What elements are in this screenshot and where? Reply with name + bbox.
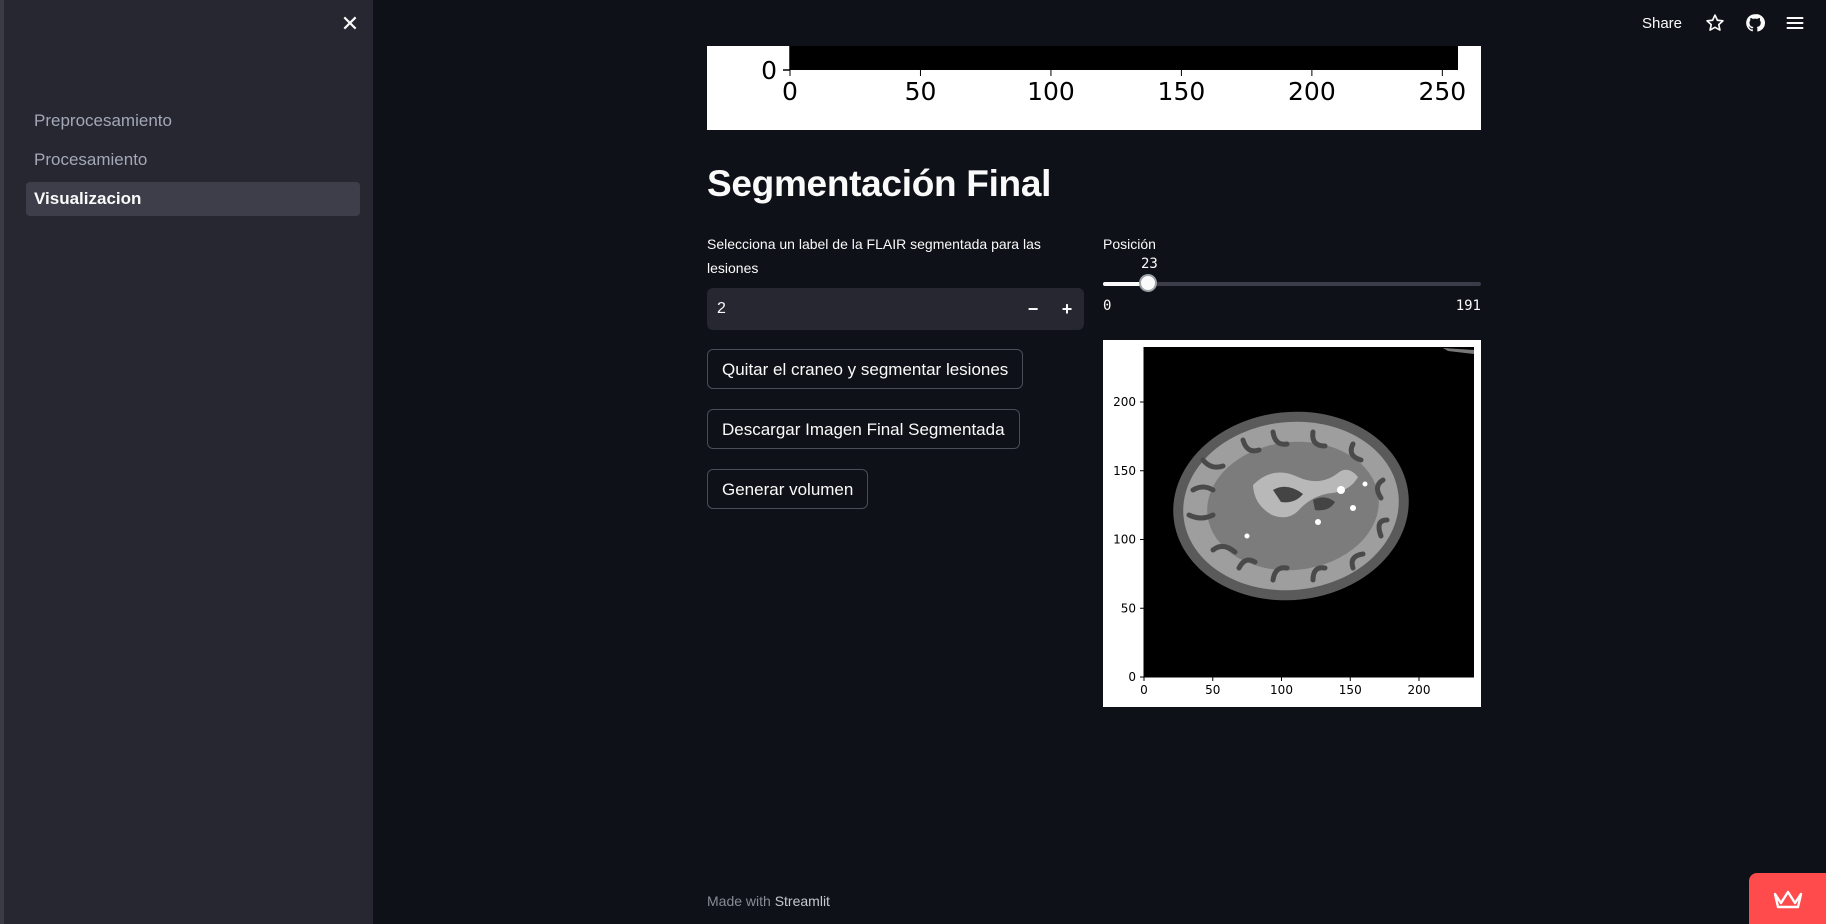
axis-tick-label: 250: [1418, 77, 1466, 106]
download-segmented-button[interactable]: Descargar Imagen Final Segmentada: [707, 409, 1020, 449]
slider-track[interactable]: [1103, 282, 1481, 286]
axis-tick-label: 100: [1027, 77, 1075, 106]
generate-volume-button[interactable]: Generar volumen: [707, 469, 869, 509]
axis-tick-label: 50: [1121, 601, 1136, 615]
number-input-value[interactable]: 2: [707, 300, 1016, 318]
slider-label: Posición: [1103, 236, 1156, 252]
controls-column: Selecciona un label de la FLAIR segmenta…: [707, 232, 1084, 509]
axis-tick-label: 200: [1408, 683, 1431, 697]
close-icon[interactable]: ✕: [338, 12, 362, 36]
axis-tick-label: 200: [1113, 395, 1136, 409]
axis-tick-label: 0: [782, 77, 798, 106]
axis-tick-label: 0: [1140, 683, 1148, 697]
previous-plot: 0 0 50 100 150 200 250: [707, 46, 1481, 130]
axis-tick-label: 0: [1128, 670, 1136, 684]
sidebar-nav: Preprocesamiento Procesamiento Visualiza…: [26, 104, 360, 221]
share-button[interactable]: Share: [1642, 15, 1682, 32]
decrement-button[interactable]: −: [1016, 288, 1050, 330]
increment-button[interactable]: +: [1050, 288, 1084, 330]
label-number-input[interactable]: 2 − +: [707, 288, 1084, 330]
strip-skull-segment-button[interactable]: Quitar el craneo y segmentar lesiones: [707, 349, 1024, 389]
slider-current-value: 23: [1141, 256, 1158, 272]
streamlit-crown-icon[interactable]: [1749, 873, 1826, 924]
sidebar: ✕ Preprocesamiento Procesamiento Visuali…: [0, 0, 373, 924]
hamburger-menu-icon[interactable]: [1782, 10, 1808, 36]
sidebar-item-preprocesamiento[interactable]: Preprocesamiento: [26, 104, 360, 138]
axis-tick-label: 100: [1270, 683, 1293, 697]
segmentation-image-plot: 0 50 100 150 200 0 50 100 150 200: [1103, 340, 1481, 707]
sidebar-item-visualizacion[interactable]: Visualizacion: [26, 182, 360, 216]
y-tick-label: 0: [761, 56, 777, 85]
axis-tick-label: 50: [905, 77, 937, 106]
footer-prefix: Made with: [707, 893, 771, 909]
slider-thumb[interactable]: [1139, 274, 1158, 292]
label-input-label: Selecciona un label de la FLAIR segmenta…: [707, 236, 1041, 276]
axis-tick-label: 150: [1339, 683, 1362, 697]
viewer-column: Posición 23 0 191 0 50 100 150 200 0 50 …: [1103, 232, 1481, 707]
sidebar-item-procesamiento[interactable]: Procesamiento: [26, 143, 360, 177]
slider-max-label: 191: [1455, 298, 1481, 314]
github-icon[interactable]: [1742, 10, 1768, 36]
axis-tick-label: 50: [1205, 683, 1220, 697]
axis-tick-label: 100: [1113, 533, 1136, 547]
axis-tick-label: 150: [1113, 464, 1136, 478]
footer: Made with Streamlit: [707, 893, 830, 909]
page-title: Segmentación Final: [707, 163, 1052, 204]
axis-tick-label: 200: [1288, 77, 1336, 106]
slider-min-label: 0: [1103, 298, 1112, 314]
axis-tick-label: 150: [1158, 77, 1206, 106]
streamlit-link[interactable]: Streamlit: [775, 893, 830, 909]
header-toolbar: Share: [1642, 0, 1826, 46]
star-icon[interactable]: [1702, 10, 1728, 36]
